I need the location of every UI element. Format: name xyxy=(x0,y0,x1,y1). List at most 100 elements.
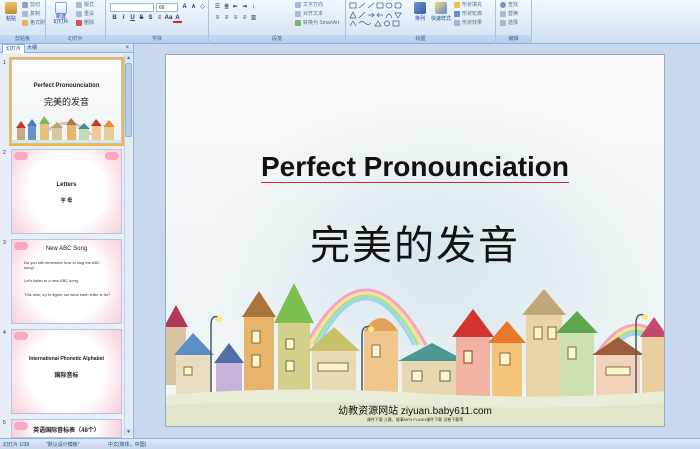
clear-format-button[interactable]: ◇ xyxy=(198,3,207,12)
slide-title-text[interactable]: Perfect Pronounciation xyxy=(260,151,570,183)
slide-number: 1 xyxy=(3,60,6,66)
panel-scrollbar[interactable]: ▲ ▼ xyxy=(124,54,132,436)
bow-decoration xyxy=(14,332,28,340)
slide-footer-website: 幼教资源网站 ziyuan.baby611.com xyxy=(338,406,492,417)
copy-icon xyxy=(22,10,28,17)
panel-tabs: 幻灯片 大纲 × xyxy=(0,44,133,53)
shrink-font-button[interactable]: A xyxy=(189,3,198,12)
drawing-group: 排列 快速样式 形状填充 形状轮廓 形状效果 绘图 xyxy=(346,0,496,44)
scroll-thumb[interactable] xyxy=(125,63,132,137)
scissors-icon xyxy=(22,1,28,8)
slide-subtitle[interactable]: 完美的发音 xyxy=(166,213,664,271)
thumb-title: 英语国际音标表（48个） xyxy=(33,428,100,434)
arrange-icon xyxy=(414,2,426,14)
bow-decoration xyxy=(14,152,28,160)
group-label-drawing: 绘图 xyxy=(346,35,495,43)
outline-pen-icon xyxy=(454,10,460,17)
select-button[interactable]: 选择 xyxy=(500,19,518,27)
strike-button[interactable]: S xyxy=(137,14,146,23)
shapes-gallery[interactable] xyxy=(349,2,405,28)
justify-button[interactable]: ≡ xyxy=(240,14,249,23)
align-left-button[interactable]: ≡ xyxy=(213,14,222,23)
slide-thumbnail-2[interactable]: Letters 字 母 xyxy=(11,149,122,234)
shadow-button[interactable]: S xyxy=(146,14,155,23)
quick-styles-icon xyxy=(435,2,447,14)
find-button[interactable]: 查找 xyxy=(500,1,518,9)
binoculars-icon xyxy=(500,1,506,8)
close-icon[interactable]: × xyxy=(125,44,129,53)
slide-number: 3 xyxy=(3,240,6,246)
bullets-button[interactable]: ☰ xyxy=(213,3,222,12)
slide-thumbnail-1[interactable]: Perfect Pronounciation 完美的发音 xyxy=(9,57,124,146)
decrease-indent-button[interactable]: ⇤ xyxy=(231,3,240,12)
ribbon: 粘贴 剪切 复制 格式刷 剪贴板 新建 幻灯片 版式 重设 删除 幻灯片 66 … xyxy=(0,0,700,44)
group-label-font: 字体 xyxy=(106,35,208,43)
theme-name: "默认设计模板" xyxy=(46,442,80,448)
reset-button[interactable]: 重设 xyxy=(76,10,94,18)
thumb-bullet: Do you still remember how to sing the AB… xyxy=(24,260,101,270)
numbering-button[interactable]: ≣ xyxy=(222,3,231,12)
paragraph-group: ☰ ≣ ⇤ ⇥ ↕ ≡ ≡ ≡ ≡ ▥ 文字方向 对齐文本 转换为 SmartArt 段落 xyxy=(209,0,346,44)
slide-thumbnail-5[interactable]: 英语国际音标表（48个） xyxy=(11,419,122,438)
thumb-title: Perfect Pronounciation xyxy=(33,83,100,89)
grow-font-button[interactable]: A xyxy=(180,3,189,12)
thumb-town-illustration xyxy=(12,116,121,143)
status-bar: 幻灯片 1/38 "默认设计模板" 中文(简体，中国) xyxy=(0,438,700,449)
layout-icon xyxy=(76,1,82,8)
paste-button[interactable]: 粘贴 xyxy=(2,1,20,22)
new-slide-icon xyxy=(55,2,67,14)
align-center-button[interactable]: ≡ xyxy=(222,14,231,23)
cut-button[interactable]: 剪切 xyxy=(22,1,40,9)
slide-canvas[interactable]: Perfect Pronounciation 完美的发音 幼教资源网站 ziyu… xyxy=(165,54,665,427)
bow-decoration xyxy=(105,152,119,160)
format-painter-button[interactable]: 格式刷 xyxy=(22,19,45,27)
scroll-down-icon[interactable]: ▼ xyxy=(125,428,132,436)
reset-icon xyxy=(76,10,82,17)
slide-title[interactable]: Perfect Pronounciation xyxy=(166,151,664,183)
line-spacing-button[interactable]: ↕ xyxy=(249,3,258,12)
slide-number: 2 xyxy=(3,150,6,156)
language-indicator: 中文(简体，中国) xyxy=(108,442,147,448)
smartart-button[interactable]: 转换为 SmartArt xyxy=(295,19,339,27)
shape-outline-button[interactable]: 形状轮廓 xyxy=(454,10,482,18)
italic-button[interactable]: I xyxy=(119,14,128,23)
font-color-button[interactable]: A xyxy=(173,14,182,23)
shape-fill-button[interactable]: 形状填充 xyxy=(454,1,482,9)
bold-button[interactable]: B xyxy=(110,14,119,23)
thumb-title: Letters xyxy=(56,182,77,188)
tab-slides[interactable]: 幻灯片 xyxy=(2,44,26,53)
font-name-select[interactable] xyxy=(110,3,154,12)
slides-panel: 幻灯片 大纲 × 1 Perfect Pronounciation 完美的发音 … xyxy=(0,44,134,438)
arrange-button[interactable]: 排列 xyxy=(410,1,430,22)
columns-button[interactable]: ▥ xyxy=(249,14,258,23)
spacing-button[interactable]: ≡ xyxy=(155,14,164,23)
delete-icon xyxy=(76,19,82,26)
quick-styles-button[interactable]: 快速样式 xyxy=(430,1,452,22)
slides-group: 新建 幻灯片 版式 重设 删除 幻灯片 xyxy=(46,0,106,44)
thumb-subtitle: 字 母 xyxy=(60,198,73,204)
slide-thumbnail-3[interactable]: New ABC Song Do you still remember how t… xyxy=(11,239,122,324)
replace-button[interactable]: 替换 xyxy=(500,10,518,18)
text-direction-button[interactable]: 文字方向 xyxy=(295,1,323,9)
underline-button[interactable]: U xyxy=(128,14,137,23)
font-size-select[interactable]: 66 xyxy=(156,3,178,12)
delete-button[interactable]: 删除 xyxy=(76,19,94,27)
font-group: 66 A A ◇ B I U S S ≡ Aa A 字体 xyxy=(106,0,209,44)
copy-button[interactable]: 复制 xyxy=(22,10,40,18)
increase-indent-button[interactable]: ⇥ xyxy=(240,3,249,12)
smartart-icon xyxy=(295,19,301,26)
align-text-button[interactable]: 对齐文本 xyxy=(295,10,323,18)
tab-outline[interactable]: 大纲 xyxy=(24,44,40,53)
new-slide-button[interactable]: 新建 幻灯片 xyxy=(50,1,72,25)
group-label-clipboard: 剪贴板 xyxy=(0,35,45,43)
slide-footer-links: 课件下载 儿歌、故事MP3 FLASH课件下载 试卷下载等 xyxy=(366,417,464,422)
case-button[interactable]: Aa xyxy=(164,14,173,23)
align-right-button[interactable]: ≡ xyxy=(231,14,240,23)
shape-effects-button[interactable]: 形状效果 xyxy=(454,19,482,27)
layout-button[interactable]: 版式 xyxy=(76,1,94,9)
list-buttons: ☰ ≣ ⇤ ⇥ ↕ xyxy=(213,3,258,12)
brush-icon xyxy=(22,19,28,26)
slide-position: 幻灯片 1/38 xyxy=(3,442,30,448)
slide-thumbnail-4[interactable]: International Phonetic Alphabet 国际音标 xyxy=(11,329,122,414)
scroll-up-icon[interactable]: ▲ xyxy=(125,54,132,62)
